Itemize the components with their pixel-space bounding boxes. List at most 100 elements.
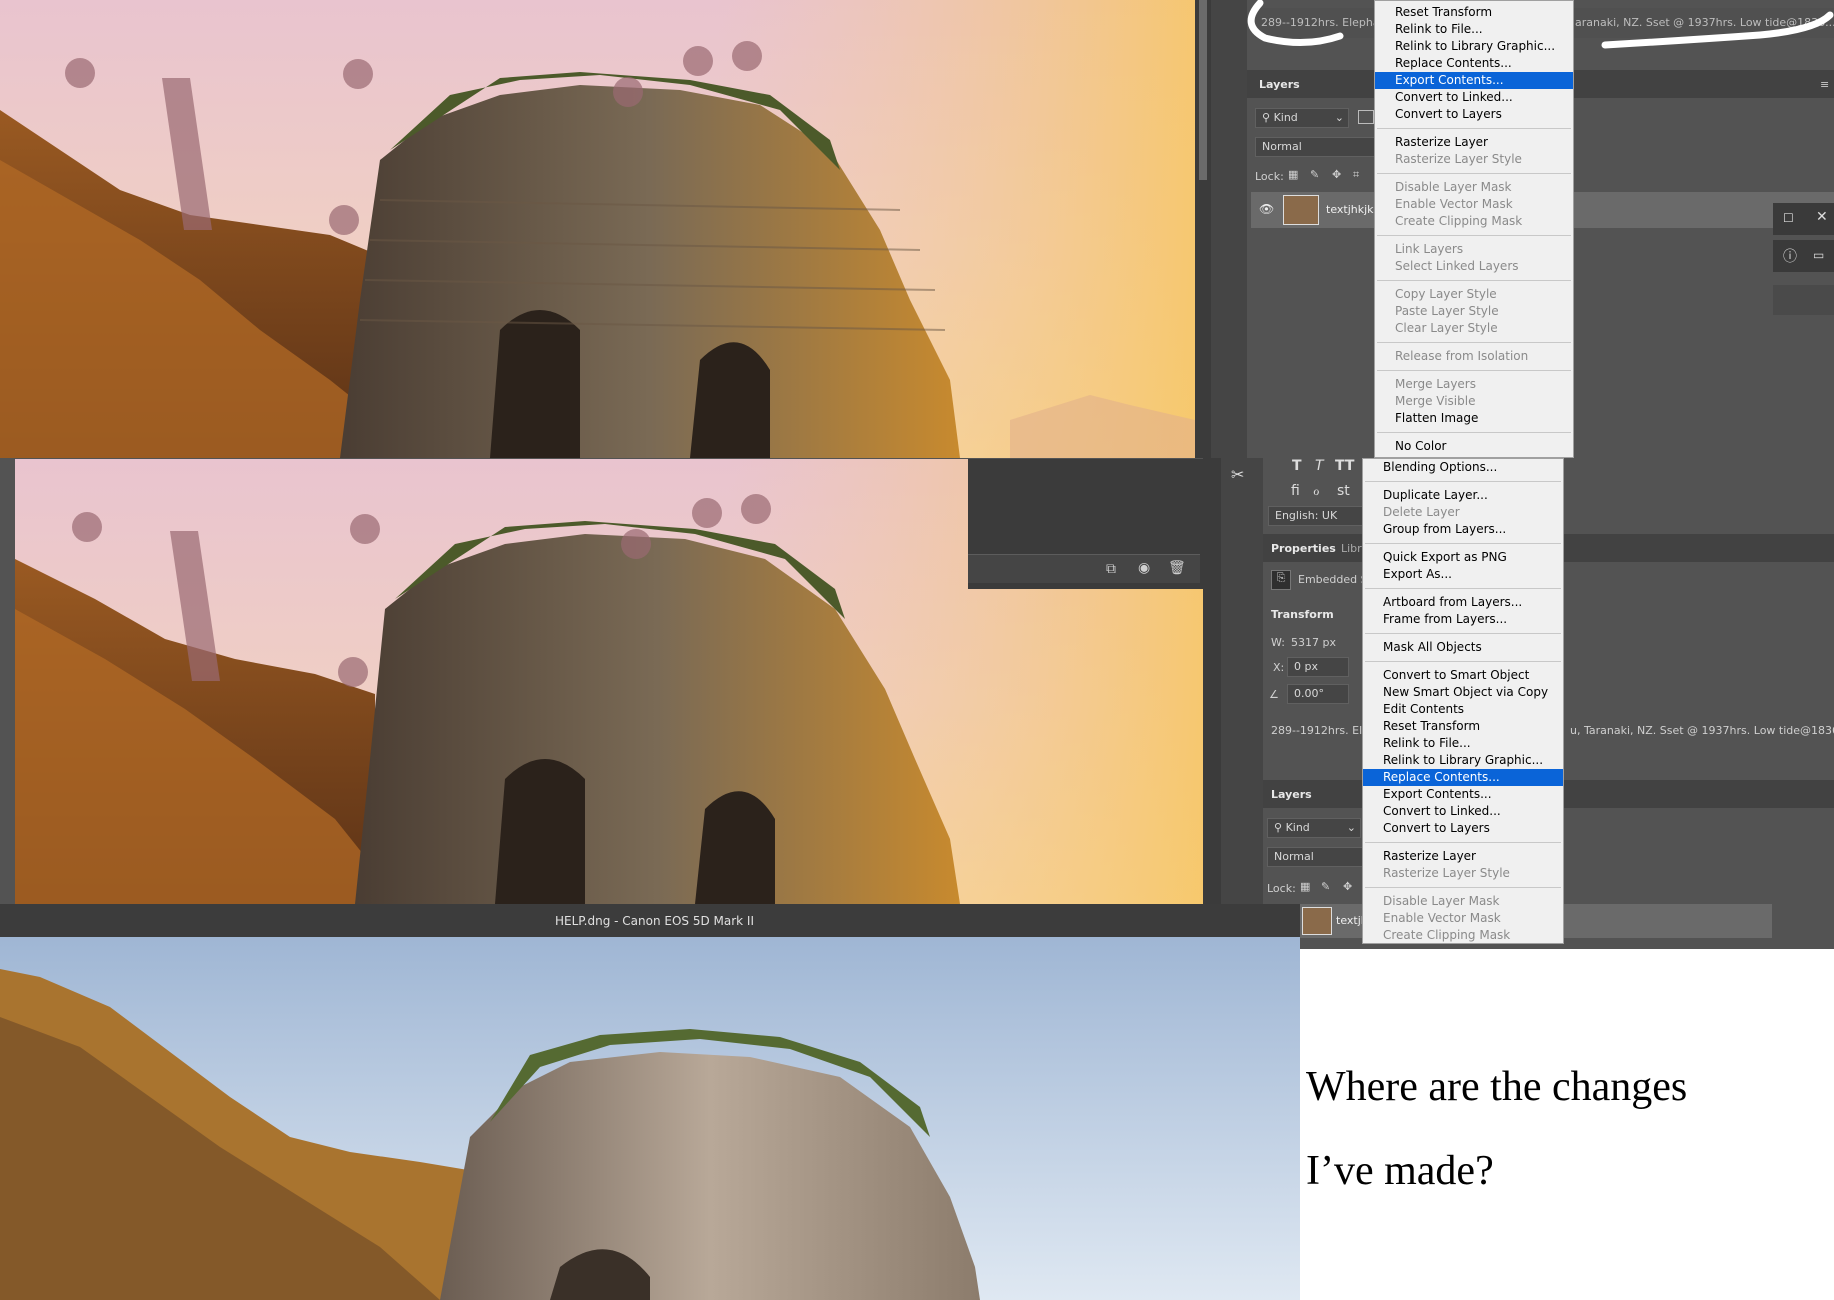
menu-separator <box>1377 342 1571 343</box>
menu-item[interactable]: Replace Contents... <box>1363 769 1563 786</box>
menu-item[interactable]: Group from Layers... <box>1363 521 1563 538</box>
menu-separator <box>1377 370 1571 371</box>
type-TT-icon[interactable]: TT <box>1335 458 1354 474</box>
maximize-icon[interactable]: ☐ <box>1783 211 1794 225</box>
lock-label-top: Lock: <box>1255 170 1284 183</box>
help-icon[interactable]: ⓘ <box>1783 246 1797 266</box>
type-italic-T-icon[interactable]: T <box>1315 458 1324 474</box>
lock-move-icon[interactable]: ✥ <box>1332 168 1341 181</box>
menu-item[interactable]: Rasterize Layer <box>1375 134 1573 151</box>
menu-item: Create Clipping Mask <box>1395 214 1523 228</box>
menu-separator <box>1377 173 1571 174</box>
w-value[interactable]: 5317 px <box>1291 636 1336 649</box>
menu-item[interactable]: Artboard from Layers... <box>1363 594 1563 611</box>
scrollbar-thumb[interactable] <box>1199 0 1207 180</box>
menu-separator <box>1365 887 1561 888</box>
menu-item[interactable]: Reset Transform <box>1375 4 1573 21</box>
x-field[interactable]: 0 px <box>1287 657 1349 677</box>
x-label: X: <box>1273 661 1285 674</box>
menu-item[interactable]: Blending Options... <box>1363 459 1563 476</box>
menu-item[interactable]: Relink to File... <box>1363 735 1563 752</box>
menu-item[interactable]: Relink to Library Graphic... <box>1363 752 1563 769</box>
close-icon[interactable]: ✕ <box>1816 209 1828 225</box>
ligature-oldstyle-icon[interactable]: st <box>1337 483 1350 499</box>
blend-mode-bottom[interactable]: Normal <box>1267 847 1367 867</box>
layer-name-top[interactable]: textjhkjkh <box>1326 203 1381 216</box>
context-menu-bottom: Blending Options... Duplicate Layer... Del… <box>1362 458 1564 944</box>
embedded-label: Embedded S <box>1298 573 1368 586</box>
search-icon: ⚲ <box>1274 821 1286 834</box>
floating-window-controls: ☐ ✕ <box>1773 203 1834 235</box>
ligature-fi-icon[interactable]: ﬁ <box>1291 483 1300 499</box>
menu-item: Rasterize Layer Style <box>1395 152 1522 166</box>
properties-tab[interactable]: Properties <box>1271 542 1336 555</box>
menu-item[interactable]: Convert to Layers <box>1363 820 1563 837</box>
kind-filter-label: Kind <box>1273 111 1298 124</box>
menu-separator <box>1365 661 1561 662</box>
menu-item[interactable]: Convert to Smart Object <box>1363 667 1563 684</box>
filename-bar: HELP.dng - Canon EOS 5D Mark II <box>0 904 1300 937</box>
menu-item[interactable]: Flatten Image <box>1375 410 1573 427</box>
menu-item[interactable]: Reset Transform <box>1363 718 1563 735</box>
kind-filter-bottom[interactable]: ⚲ Kind ⌄ <box>1267 818 1361 838</box>
menu-item[interactable]: Relink to Library Graphic... <box>1375 38 1573 55</box>
menu-item[interactable]: Convert to Linked... <box>1375 89 1573 106</box>
kind-filter-top[interactable]: ⚲ Kind ⌄ <box>1255 108 1349 128</box>
type-T-icon[interactable]: T <box>1292 458 1302 474</box>
lock-brush-icon-bottom[interactable]: ✎ <box>1321 880 1330 893</box>
menu-item[interactable]: Export Contents... <box>1363 786 1563 803</box>
mid-scrollbar[interactable] <box>1203 458 1221 904</box>
visibility-eye-icon[interactable]: 👁 <box>1259 202 1274 216</box>
menu-item[interactable]: Duplicate Layer... <box>1363 487 1563 504</box>
menu-item[interactable]: Edit Contents <box>1363 701 1563 718</box>
angle-field[interactable]: 0.00° <box>1287 684 1349 704</box>
bottom-photo <box>0 937 1300 1300</box>
context-menu-top: Reset Transform Relink to File... Relink t… <box>1374 0 1574 458</box>
language-select[interactable]: English: UK <box>1268 506 1372 526</box>
menu-item[interactable]: Quick Export as PNG <box>1363 549 1563 566</box>
new-layer-icon[interactable]: ⧉ <box>1106 560 1116 577</box>
menu-item: Rasterize Layer Style <box>1383 866 1510 880</box>
menu-separator <box>1365 588 1561 589</box>
menu-separator <box>1365 633 1561 634</box>
panel-menu-icon-top[interactable]: ≡ <box>1820 78 1829 91</box>
lock-transparency-icon-bottom[interactable]: ▦ <box>1300 880 1310 893</box>
menu-item[interactable]: Relink to File... <box>1375 21 1573 38</box>
menu-separator <box>1365 543 1561 544</box>
menu-item: Disable Layer Mask <box>1395 180 1512 194</box>
menu-item: Copy Layer Style <box>1395 287 1497 301</box>
menu-item[interactable]: Convert to Linked... <box>1363 803 1563 820</box>
menu-item[interactable]: Rasterize Layer <box>1363 848 1563 865</box>
menu-item[interactable]: Replace Contents... <box>1375 55 1573 72</box>
menu-item[interactable]: Export As... <box>1363 566 1563 583</box>
menu-item: Release from Isolation <box>1395 349 1529 363</box>
menu-separator <box>1377 280 1571 281</box>
lock-brush-icon[interactable]: ✎ <box>1310 168 1319 181</box>
menu-item: Link Layers <box>1395 242 1464 256</box>
menu-item[interactable]: No Color <box>1375 438 1573 455</box>
menu-item[interactable]: Mask All Objects <box>1363 639 1563 656</box>
menu-item[interactable]: Convert to Layers <box>1375 106 1573 123</box>
panel-icon[interactable]: ▭ <box>1813 248 1824 262</box>
blend-mode-top[interactable]: Normal <box>1255 137 1375 157</box>
question-area <box>1300 949 1834 1300</box>
camera-icon[interactable]: ◉ <box>1138 559 1150 576</box>
panel-footer-bar: ⧉ ◉ 🗑 <box>968 554 1200 583</box>
trash-icon[interactable]: 🗑 <box>1168 559 1186 576</box>
layer-thumbnail-bottom <box>1302 907 1332 935</box>
menu-item[interactable]: New Smart Object via Copy <box>1363 684 1563 701</box>
floating-toolbar: ⓘ ▭ <box>1773 240 1834 272</box>
layers-tab-bottom[interactable]: Layers <box>1271 788 1312 801</box>
ligature-st-icon[interactable]: ℴ <box>1313 483 1319 499</box>
chevron-down-icon: ⌄ <box>1334 111 1344 124</box>
image-filter-icon[interactable] <box>1358 110 1374 124</box>
blend-mode-label: Normal <box>1262 140 1302 153</box>
layers-tab-top[interactable]: Layers <box>1259 78 1300 91</box>
lock-transparency-icon[interactable]: ▦ <box>1288 168 1298 181</box>
lock-move-icon-bottom[interactable]: ✥ <box>1343 880 1352 893</box>
menu-item[interactable]: Export Contents... <box>1375 72 1573 89</box>
tools-icon[interactable]: ✂ <box>1231 465 1244 484</box>
menu-item[interactable]: Frame from Layers... <box>1363 611 1563 628</box>
lock-artboard-icon[interactable]: ⌗ <box>1353 168 1359 182</box>
white-scribble-right <box>1601 11 1834 49</box>
